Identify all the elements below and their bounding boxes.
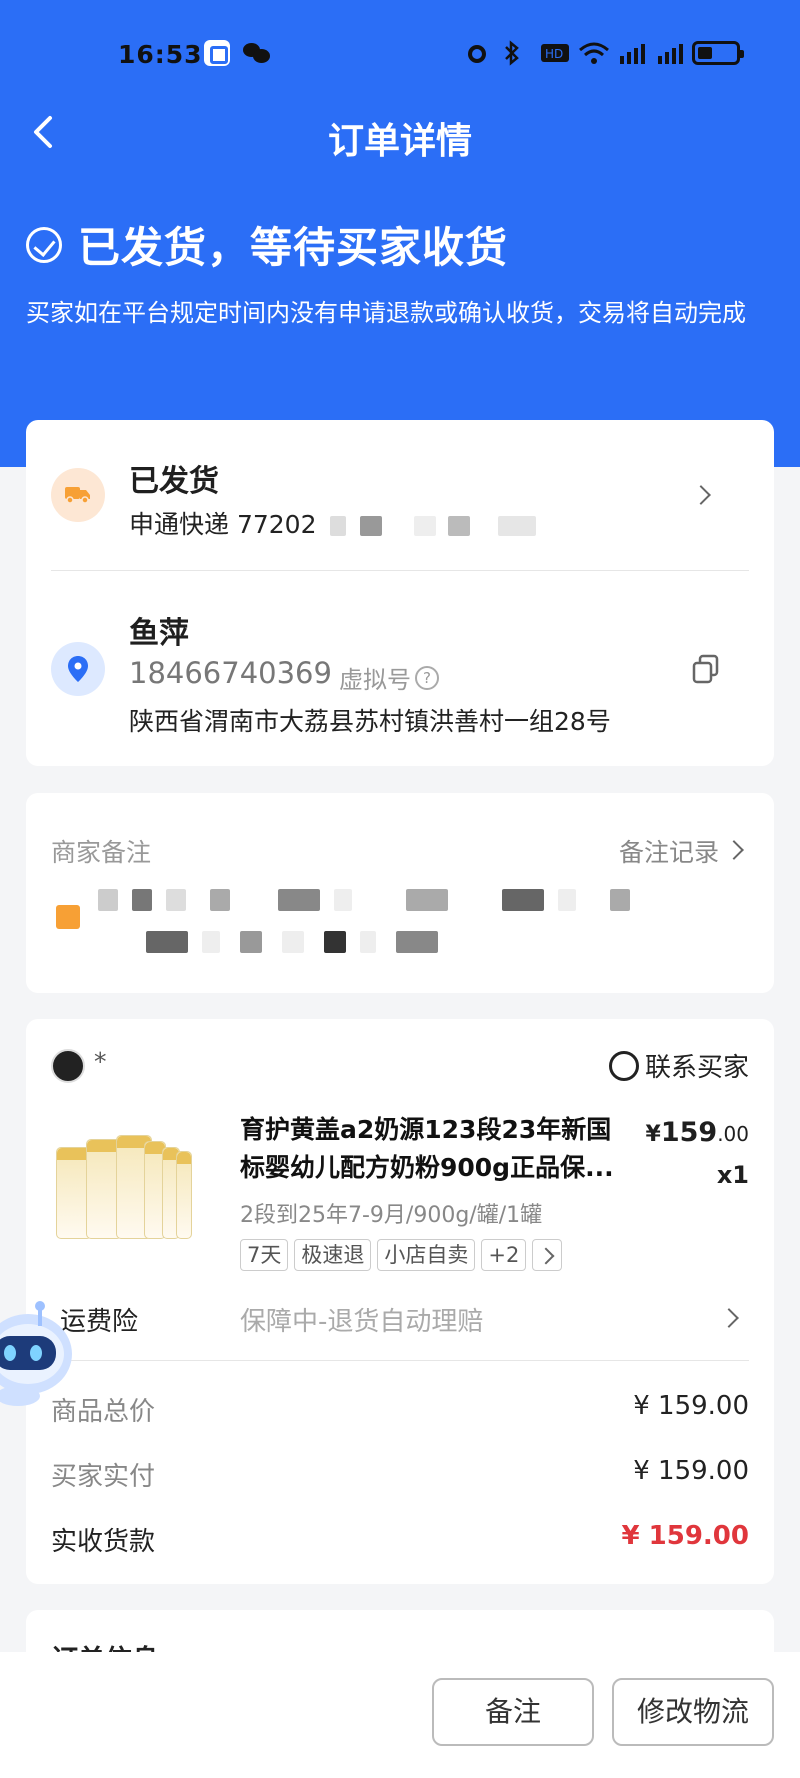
redacted-block bbox=[360, 516, 383, 536]
battery-icon bbox=[692, 41, 744, 65]
redacted-block bbox=[498, 516, 537, 536]
truck-icon bbox=[51, 468, 105, 522]
chevron-right-icon[interactable] bbox=[691, 485, 711, 505]
product-quantity: x1 bbox=[716, 1161, 749, 1189]
order-status-description: 买家如在平台规定时间内没有申请退款或确认收货，交易将自动完成 bbox=[26, 299, 746, 327]
bluetooth-icon bbox=[502, 40, 528, 66]
shipping-insurance-status[interactable]: 保障中-退货自动理赔 bbox=[240, 1301, 483, 1338]
product-image[interactable] bbox=[56, 1129, 196, 1239]
product-title[interactable]: 育护黄盖a2奶源123段23年新国标婴幼儿配方奶粉900g正品保... bbox=[240, 1111, 630, 1187]
tracking-number-text: 申通快递 77202 bbox=[129, 510, 317, 539]
svg-text:HD: HD bbox=[545, 47, 563, 61]
received-amount-value: ¥ 159.00 bbox=[621, 1521, 749, 1551]
location-pin-icon bbox=[51, 642, 105, 696]
chevron-right-icon[interactable] bbox=[724, 840, 744, 860]
assistant-robot-icon[interactable] bbox=[0, 1298, 74, 1408]
virtual-number-label: 虚拟号 bbox=[339, 666, 411, 694]
contact-buyer-label: 联系买家 bbox=[644, 1053, 749, 1083]
service-tag: 7天 bbox=[240, 1239, 289, 1271]
remark-record-link[interactable]: 备注记录 bbox=[619, 833, 719, 869]
page-title: 订单详情 bbox=[327, 121, 472, 162]
virtual-number[interactable]: 虚拟号 ? bbox=[339, 660, 439, 695]
shipping-address-card: 已发货 申通快递 77202 鱼萍 18466740369 虚拟号 ? 陕西省渭… bbox=[26, 420, 774, 766]
status-time: 16:53 bbox=[118, 40, 203, 69]
chat-icon bbox=[608, 1050, 639, 1081]
order-product-card: * 联系买家 育护黄盖a2奶源123段23年新国标婴幼儿配方奶粉900g正品保.… bbox=[26, 1019, 774, 1584]
received-amount-label: 实收货款 bbox=[51, 1527, 156, 1557]
check-circle-icon bbox=[26, 226, 62, 263]
redacted-remark-line bbox=[98, 889, 630, 911]
hd-icon: HD bbox=[540, 40, 569, 66]
contact-buyer-button[interactable]: 联系买家 bbox=[608, 1047, 749, 1084]
service-tag: 极速退 bbox=[294, 1239, 372, 1271]
order-status: 已发货，等待买家收货 bbox=[26, 214, 508, 275]
remark-button[interactable]: 备注 bbox=[432, 1678, 594, 1746]
modify-logistics-button[interactable]: 修改物流 bbox=[612, 1678, 774, 1746]
expand-tags-icon[interactable] bbox=[532, 1239, 563, 1271]
remark-flag-icon bbox=[56, 905, 80, 929]
status-bar: 16:53 HD bbox=[0, 30, 800, 76]
help-icon[interactable]: ? bbox=[415, 665, 439, 690]
chevron-right-icon[interactable] bbox=[719, 1308, 739, 1328]
goods-total-value: ¥ 159.00 bbox=[633, 1391, 749, 1421]
shipping-status: 已发货 bbox=[129, 464, 219, 499]
order-status-title: 已发货，等待买家收货 bbox=[78, 223, 509, 272]
product-price: ¥159.00 bbox=[645, 1117, 750, 1148]
signal-4g-icon bbox=[616, 40, 645, 66]
product-tags: 7天 极速退 小店自卖 +2 bbox=[240, 1239, 563, 1271]
bottom-action-bar: 备注 修改物流 bbox=[0, 1652, 800, 1778]
alarm-icon bbox=[464, 40, 490, 66]
service-tag: 小店自卖 bbox=[377, 1239, 476, 1271]
redacted-block bbox=[448, 516, 471, 536]
signal-5g-icon bbox=[654, 40, 683, 66]
nav-bar: 订单详情 bbox=[0, 100, 800, 166]
recipient-address: 陕西省渭南市大荔县苏村镇洪善村一组28号 bbox=[129, 707, 611, 736]
recipient-name: 鱼萍 bbox=[129, 616, 189, 651]
wechat-icon bbox=[243, 41, 271, 63]
tracking-number[interactable]: 申通快递 77202 bbox=[129, 505, 537, 541]
wifi-icon bbox=[578, 40, 609, 66]
buyer-paid-label: 买家实付 bbox=[51, 1462, 156, 1492]
buyer-paid-value: ¥ 159.00 bbox=[633, 1456, 749, 1486]
divider bbox=[51, 570, 749, 571]
redacted-block bbox=[414, 516, 437, 536]
app-notification-icon bbox=[204, 40, 230, 66]
recipient-phone[interactable]: 18466740369 bbox=[129, 656, 332, 690]
service-tag: +2 bbox=[481, 1239, 527, 1271]
merchant-remark-card: 商家备注 备注记录 bbox=[26, 793, 774, 993]
product-spec: 2段到25年7-9月/900g/罐/1罐 bbox=[240, 1203, 543, 1228]
redacted-block bbox=[330, 516, 347, 536]
avatar[interactable] bbox=[51, 1049, 85, 1083]
copy-icon[interactable] bbox=[692, 654, 720, 684]
buyer-name: * bbox=[94, 1047, 107, 1076]
remark-label: 商家备注 bbox=[51, 838, 152, 867]
divider bbox=[51, 1360, 749, 1361]
redacted-remark-line bbox=[146, 931, 438, 953]
